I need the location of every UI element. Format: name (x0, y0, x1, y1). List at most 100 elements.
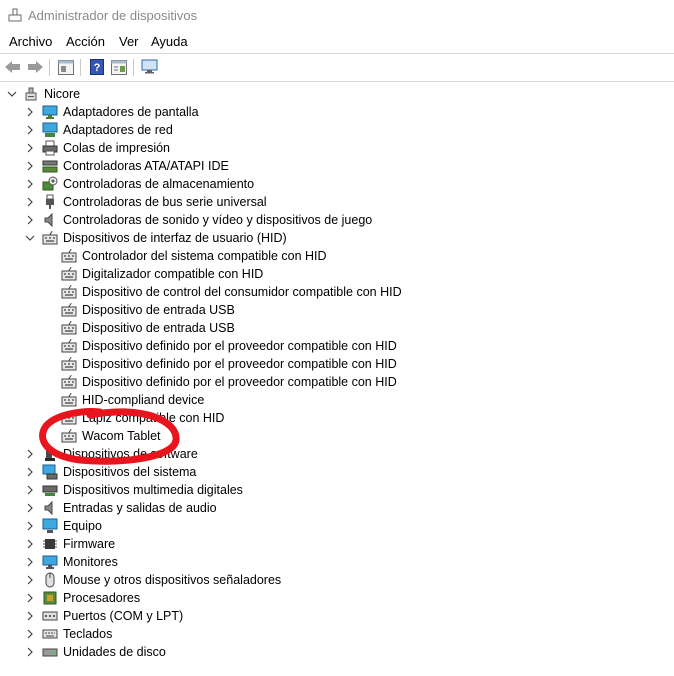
forward-arrow-icon (28, 61, 43, 73)
category-label: Adaptadores de red (63, 123, 173, 137)
chevron-right-icon[interactable] (24, 196, 36, 208)
chevron-right-icon[interactable] (24, 142, 36, 154)
menu-accion[interactable]: Acción (66, 34, 105, 49)
keyboard-icon (42, 629, 58, 639)
storage-controller-icon (42, 176, 58, 191)
category-network-adapters[interactable]: Adaptadores de red (0, 121, 674, 139)
port-icon (42, 611, 58, 621)
chevron-right-icon[interactable] (24, 556, 36, 568)
category-label: Mouse y otros dispositivos señaladores (63, 573, 282, 587)
category-ide-controllers[interactable]: Controladoras ATA/ATAPI IDE (0, 157, 674, 175)
back-arrow-icon (5, 61, 20, 73)
chevron-right-icon[interactable] (24, 466, 36, 478)
device-label: Dispositivo de control del consumidor co… (82, 285, 402, 299)
category-firmware[interactable]: Firmware (0, 535, 674, 553)
device-label: HID-compliand device (82, 393, 205, 407)
device-label: Dispositivo definido por el proveedor co… (82, 339, 397, 353)
tree-root-nicore[interactable]: Nicore (0, 85, 674, 103)
hid-device-item[interactable]: Dispositivo definido por el proveedor co… (0, 355, 674, 373)
category-audio-inputs-outputs[interactable]: Entradas y salidas de audio (0, 499, 674, 517)
category-mouse-pointing[interactable]: Mouse y otros dispositivos señaladores (0, 571, 674, 589)
device-label: Digitalizador compatible con HID (82, 267, 264, 281)
category-processors[interactable]: Procesadores (0, 589, 674, 607)
category-label: Dispositivos de software (63, 447, 198, 461)
chevron-right-icon[interactable] (24, 520, 36, 532)
computer-tree-icon (25, 87, 37, 101)
hid-device-icon (61, 374, 77, 389)
hid-device-icon (61, 248, 77, 263)
chevron-right-icon[interactable] (24, 538, 36, 550)
firmware-icon (43, 539, 57, 549)
chevron-right-icon[interactable] (24, 160, 36, 172)
category-sound-video-game[interactable]: Controladoras de sonido y vídeo y dispos… (0, 211, 674, 229)
menu-ver[interactable]: Ver (119, 34, 139, 49)
menu-bar: Archivo Acción Ver Ayuda (0, 32, 674, 52)
hid-device-item[interactable]: Dispositivo definido por el proveedor co… (0, 337, 674, 355)
category-software-devices[interactable]: Dispositivos de software (0, 445, 674, 463)
category-label: Procesadores (63, 591, 141, 605)
hid-device-item[interactable]: Lápiz compatible con HID (0, 409, 674, 427)
category-label: Unidades de disco (63, 645, 166, 659)
scan-hardware-button[interactable] (140, 58, 160, 76)
chevron-right-icon[interactable] (24, 646, 36, 658)
menu-ayuda[interactable]: Ayuda (151, 34, 188, 49)
category-label: Monitores (63, 555, 118, 569)
hid-device-wacom-tablet[interactable]: Wacom Tablet (0, 427, 674, 445)
chevron-right-icon[interactable] (24, 178, 36, 190)
toolbar-divider (80, 59, 81, 76)
hid-device-item[interactable]: Dispositivo de control del consumidor co… (0, 283, 674, 301)
chevron-right-icon[interactable] (24, 574, 36, 586)
chevron-down-icon[interactable] (6, 88, 18, 100)
hid-device-item[interactable]: Controlador del sistema compatible con H… (0, 247, 674, 265)
chevron-right-icon[interactable] (24, 610, 36, 622)
hid-device-icon (61, 428, 77, 443)
device-tree: Nicore Adaptadores de pantalla Adaptador… (0, 84, 674, 674)
device-manager-icon (8, 8, 22, 22)
mouse-icon (45, 572, 55, 588)
scan-hardware-monitor-icon (141, 59, 158, 74)
category-display-adapters[interactable]: Adaptadores de pantalla (0, 103, 674, 121)
category-print-queues[interactable]: Colas de impresión (0, 139, 674, 157)
system-device-icon (42, 464, 58, 480)
category-label: Controladoras de bus serie universal (63, 195, 267, 209)
chevron-right-icon[interactable] (24, 502, 36, 514)
chevron-right-icon[interactable] (24, 214, 36, 226)
menu-archivo[interactable]: Archivo (9, 34, 52, 49)
hid-device-item[interactable]: HID-compliand device (0, 391, 674, 409)
category-label: Teclados (63, 627, 113, 641)
hid-device-item[interactable]: Dispositivo de entrada USB (0, 319, 674, 337)
category-disk-drives[interactable]: Unidades de disco (0, 643, 674, 661)
forward-button[interactable] (25, 58, 45, 76)
category-digital-multimedia[interactable]: Dispositivos multimedia digitales (0, 481, 674, 499)
hid-device-item[interactable]: Dispositivo de entrada USB (0, 301, 674, 319)
chevron-down-icon[interactable] (24, 232, 36, 244)
category-monitors[interactable]: Monitores (0, 553, 674, 571)
chevron-right-icon[interactable] (24, 106, 36, 118)
category-ports[interactable]: Puertos (COM y LPT) (0, 607, 674, 625)
chevron-right-icon[interactable] (24, 484, 36, 496)
chevron-right-icon[interactable] (24, 628, 36, 640)
device-label: Lápiz compatible con HID (82, 411, 225, 425)
hid-device-item[interactable]: Dispositivo definido por el proveedor co… (0, 373, 674, 391)
help-button[interactable]: ? (87, 58, 107, 76)
chevron-right-icon[interactable] (24, 448, 36, 460)
back-button[interactable] (3, 58, 23, 76)
category-computer[interactable]: Equipo (0, 517, 674, 535)
hid-device-icon (61, 284, 77, 299)
chevron-right-icon[interactable] (24, 592, 36, 604)
hid-icon (42, 230, 58, 245)
help-icon: ? (90, 59, 104, 75)
hid-device-item[interactable]: Digitalizador compatible con HID (0, 265, 674, 283)
category-keyboards[interactable]: Teclados (0, 625, 674, 643)
chevron-right-icon[interactable] (24, 124, 36, 136)
category-hid[interactable]: Dispositivos de interfaz de usuario (HID… (0, 229, 674, 247)
category-storage-controllers[interactable]: Controladoras de almacenamiento (0, 175, 674, 193)
category-system-devices[interactable]: Dispositivos del sistema (0, 463, 674, 481)
category-usb-controllers[interactable]: Controladoras de bus serie universal (0, 193, 674, 211)
category-label: Firmware (63, 537, 116, 551)
show-hide-tree-button[interactable] (56, 58, 76, 76)
hid-device-icon (61, 392, 77, 407)
network-adapter-icon (42, 122, 58, 137)
device-label: Wacom Tablet (82, 429, 161, 443)
properties-button[interactable] (109, 58, 129, 76)
